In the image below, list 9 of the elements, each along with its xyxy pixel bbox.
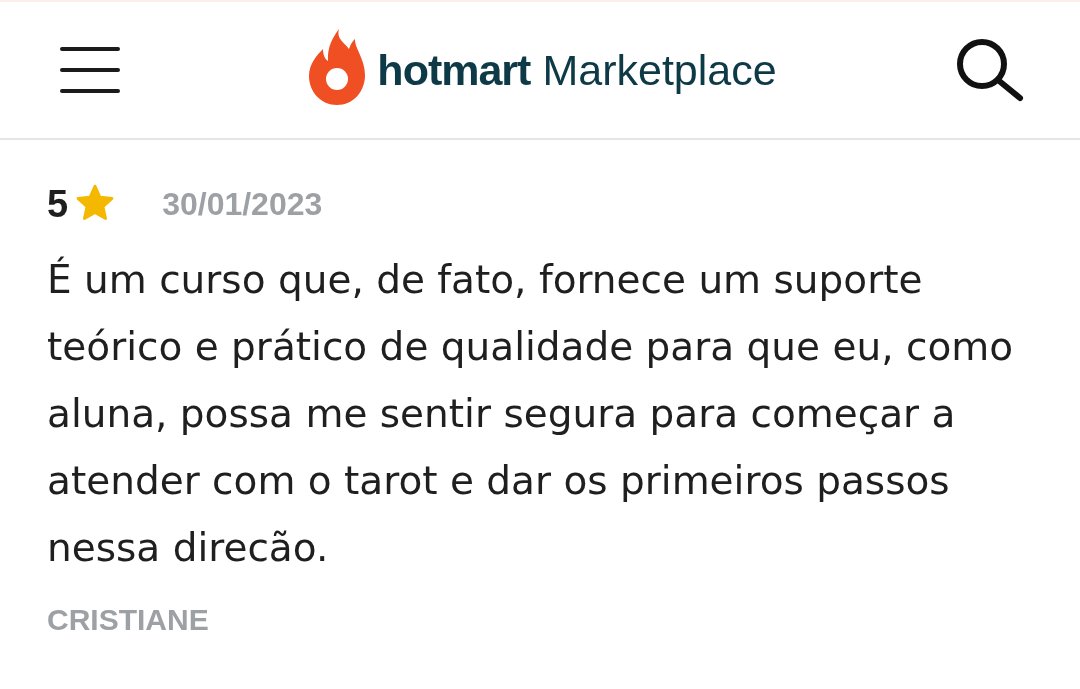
review-text: É um curso que, de fato, fornece um suporte teórico e prático de qualidade para que eu, como aluna, possa me sentir segura para começar a atender com o tarot e dar os primeiros passos nessa direcão. — [47, 255, 1015, 572]
review-author: CRISTIANE — [47, 603, 209, 637]
rating-value: 5 — [47, 182, 69, 226]
search-icon[interactable] — [956, 38, 1024, 102]
product-name: Marketplace — [542, 45, 777, 95]
brand-name: hotmart — [377, 45, 531, 95]
review-date: 30/01/2023 — [162, 185, 323, 223]
flame-icon — [309, 29, 366, 105]
menu-icon[interactable] — [60, 47, 120, 93]
